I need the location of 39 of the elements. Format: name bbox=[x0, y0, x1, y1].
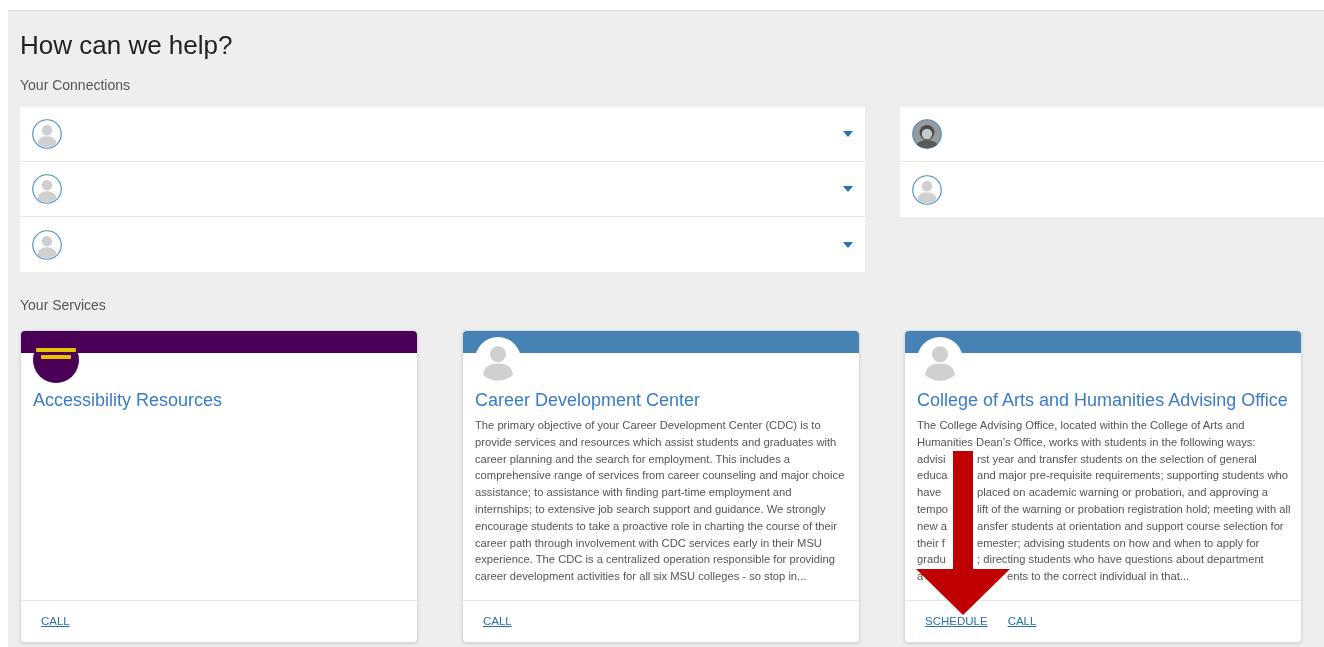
description-text: and major pre-requisite requirements; supporting students who bbox=[977, 468, 1289, 484]
description-text: lift of the warning or probation registration hold; meeting with all bbox=[977, 502, 1291, 517]
description-text: The College Advising Office, located within the College of Arts and bbox=[917, 418, 1245, 433]
description-text: educa bbox=[917, 468, 949, 484]
section-title: Your Connections bbox=[20, 76, 131, 95]
card-title[interactable]: College of Arts and Humanities Advising Office bbox=[917, 387, 1289, 413]
description-text: new a bbox=[917, 518, 948, 534]
description-text: gradu bbox=[917, 552, 947, 568]
action-link[interactable]: SCHEDULE bbox=[925, 612, 988, 631]
avatar-icon bbox=[917, 337, 963, 383]
description-text: their f bbox=[917, 535, 946, 551]
section-title: Your Services bbox=[20, 296, 107, 315]
avatar-icon bbox=[32, 174, 62, 204]
action-link[interactable]: CALL bbox=[483, 612, 512, 631]
description-text: a bbox=[917, 569, 925, 585]
action-link[interactable]: CALL bbox=[1007, 612, 1037, 631]
description-text: advisi bbox=[917, 451, 947, 467]
avatar-icon bbox=[32, 229, 62, 260]
description-text: ; directing students who have questions about department bbox=[977, 552, 1265, 568]
caret-icon[interactable] bbox=[843, 241, 853, 248]
caret-icon[interactable] bbox=[843, 131, 853, 137]
description-text: emester; advising students on how and when to apply for bbox=[977, 535, 1261, 551]
description-text: Humanities Dean’s Office, works with students in the following ways: bbox=[917, 434, 1256, 450]
connection-row[interactable] bbox=[900, 107, 1324, 162]
description-text: ents to the correct individual in that... bbox=[1007, 569, 1191, 585]
description-text: rst year and transfer students on the selection of general bbox=[977, 451, 1258, 467]
card-description: The primary objective of your Career Development Center (CDC) is to provide services and resources which assist students and graduates with career planning and the search for employment. This includes a comprehensive range of services from career counseling and major choice assistance; to assistance with finding part-time employment and internships; to extensive job search support and guidance. We strongly encourage students to take a proactive role in charting the course of their career path through involvement with CDC services early in their MSU experience. The CDC is a centralized operation responsible for providing career development activities for all six MSU colleges - so stop in... bbox=[475, 418, 846, 585]
description-text: tempo bbox=[917, 502, 950, 517]
action-link[interactable]: CALL bbox=[41, 612, 70, 631]
description-text: placed on academic warning or probation, and approving a bbox=[977, 485, 1270, 501]
description-text: ansfer students at orientation and support course selection for bbox=[977, 518, 1285, 534]
avatar-icon bbox=[32, 119, 62, 149]
description-text: have bbox=[917, 485, 943, 501]
page-heading: How can we help? bbox=[20, 29, 234, 60]
avatar-icon bbox=[475, 337, 521, 383]
card-title[interactable]: Career Development Center bbox=[475, 387, 847, 413]
card-title[interactable]: Accessibility Resources bbox=[33, 387, 405, 413]
caret-icon[interactable] bbox=[843, 186, 853, 192]
avatar-icon bbox=[912, 174, 942, 205]
